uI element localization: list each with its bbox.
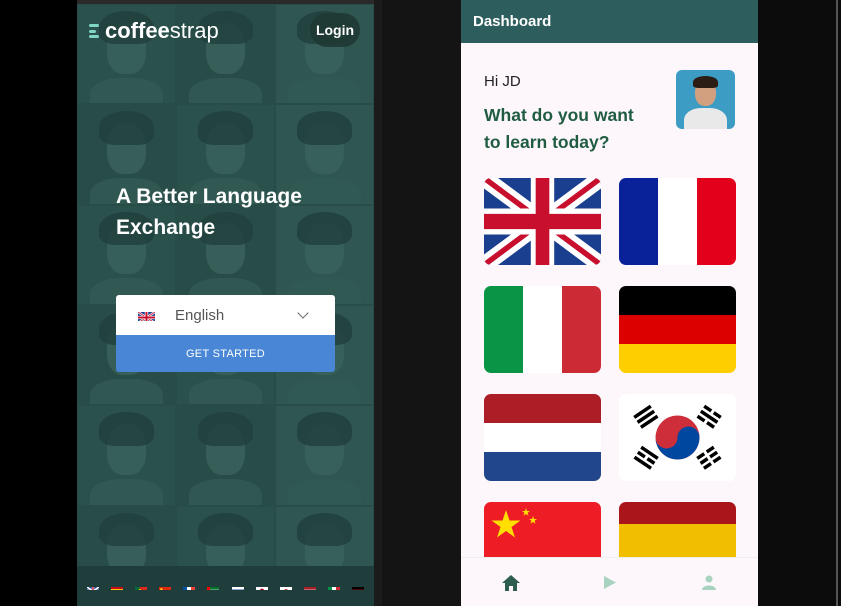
- header-title: Dashboard: [473, 13, 552, 30]
- chevron-down-icon: [297, 307, 309, 319]
- home-icon: [501, 574, 520, 591]
- right-phone-bezel-right: [758, 0, 841, 606]
- china-flag-icon[interactable]: [159, 582, 172, 590]
- italy-flag-icon[interactable]: [327, 582, 340, 590]
- landing-screen: coffee strap Login A Better Language Exch…: [77, 4, 374, 606]
- netherlands-flag-icon[interactable]: [303, 582, 316, 590]
- app-logo: coffee strap: [89, 18, 219, 44]
- russia-flag-icon[interactable]: [231, 582, 244, 590]
- profile-icon: [701, 575, 716, 590]
- language-card-dutch[interactable]: [484, 394, 601, 481]
- play-icon: [603, 576, 616, 589]
- right-phone-bezel-left: [382, 0, 461, 606]
- language-card-french[interactable]: [619, 178, 736, 265]
- language-card-english[interactable]: [484, 178, 601, 265]
- uk-flag-icon[interactable]: [87, 582, 100, 590]
- korea-flag-icon[interactable]: [279, 582, 292, 590]
- uk-flag-icon: [484, 178, 601, 265]
- nav-play-button[interactable]: [590, 565, 630, 601]
- korea-flag-icon: [619, 394, 736, 481]
- japan-flag-icon[interactable]: [255, 582, 268, 590]
- language-card-italian[interactable]: [484, 286, 601, 373]
- language-card-german[interactable]: [619, 286, 736, 373]
- uk-flag-icon: [138, 310, 155, 321]
- language-card-korean[interactable]: [619, 394, 736, 481]
- portugal-flag-icon[interactable]: [135, 582, 148, 590]
- user-avatar[interactable]: [676, 70, 735, 129]
- france-flag-icon[interactable]: [183, 582, 196, 590]
- learn-question: What do you want to learn today?: [484, 105, 634, 152]
- spain-flag-icon[interactable]: [111, 582, 124, 590]
- netherlands-flag-icon: [484, 394, 601, 481]
- germany-flag-icon[interactable]: [351, 582, 364, 590]
- get-started-button[interactable]: GET STARTED: [116, 335, 335, 372]
- bottom-navigation: [461, 557, 758, 606]
- left-phone-bezel: [374, 0, 382, 606]
- login-button[interactable]: Login: [310, 13, 360, 47]
- france-flag-icon: [619, 178, 736, 265]
- logo-text-bold: coffee: [105, 18, 170, 43]
- app-header: Dashboard: [461, 0, 758, 43]
- selected-language: English: [175, 306, 225, 324]
- logo-stripes-icon: [89, 24, 99, 38]
- greeting-text: Hi JD: [484, 73, 521, 90]
- italy-flag-icon: [484, 286, 601, 373]
- nav-home-button[interactable]: [491, 565, 531, 601]
- germany-flag-icon: [619, 286, 736, 373]
- nav-profile-button[interactable]: [689, 565, 729, 601]
- dashboard-screen: Dashboard Hi JD What do you want to lear…: [461, 0, 758, 606]
- language-select[interactable]: English: [116, 295, 335, 335]
- uae-flag-icon[interactable]: [207, 582, 220, 590]
- hero-title: A Better Language Exchange: [116, 185, 302, 239]
- logo-text-light: strap: [169, 18, 219, 43]
- language-flag-bar: [77, 566, 374, 606]
